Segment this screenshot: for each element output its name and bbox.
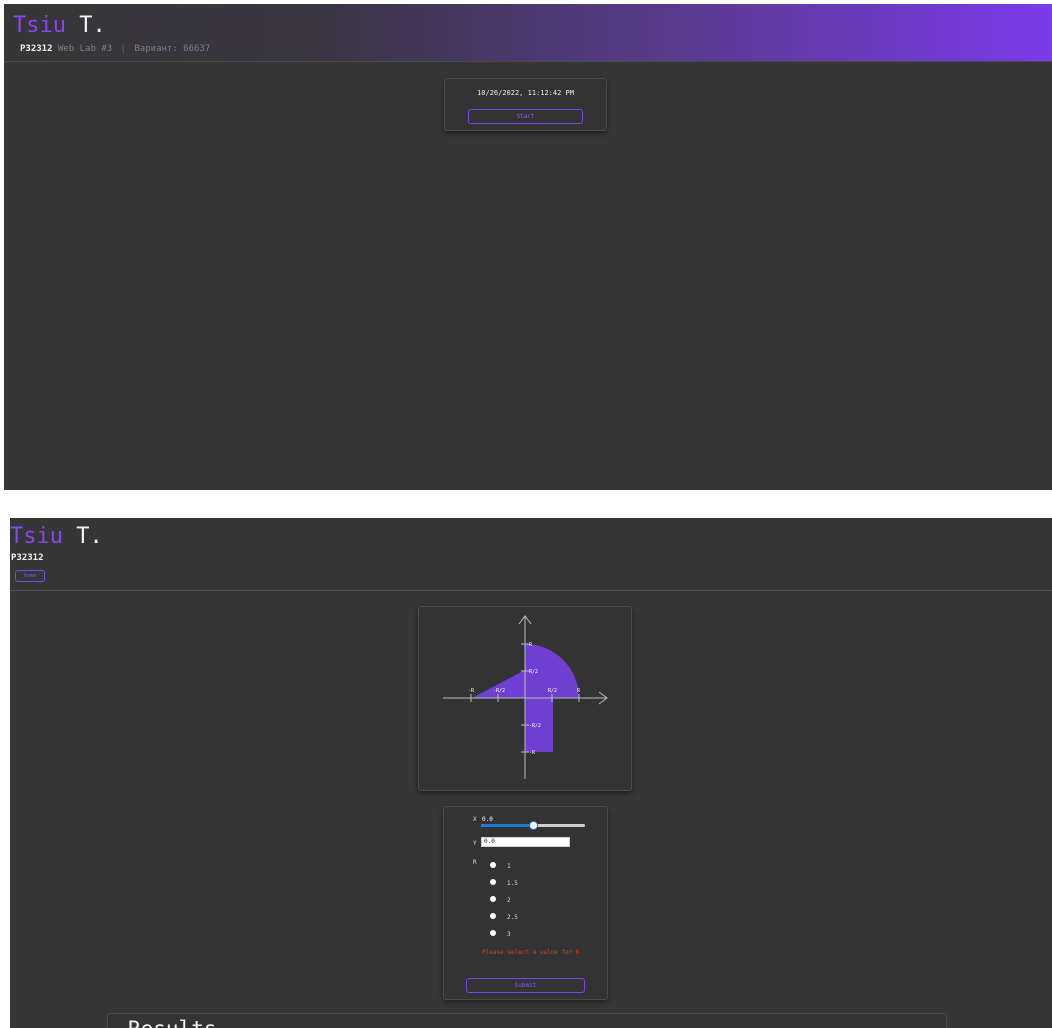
x-label-half-r: R/2 [548,688,557,694]
y-input[interactable]: 0.0 [481,837,570,847]
r-radio-2[interactable] [490,896,496,902]
y-label-neg-half-r: -R/2 [529,723,541,729]
r-radio-2-5[interactable] [490,913,496,919]
group-label: P32312 [11,553,44,563]
brand-last-initial: T. [79,13,106,38]
y-label-half-r: R/2 [529,669,538,675]
x-label-neg-half-r: -R/2 [493,688,505,694]
variant-label: Вариант: 66637 [134,44,211,54]
r-label: R [473,859,477,866]
r-option-label: 1.5 [507,880,518,887]
x-slider-fill [481,824,533,827]
x-label-neg-r: -R [468,688,475,694]
separator: | [120,44,126,54]
r-radio-1-5[interactable] [490,879,496,885]
x-label: X [473,816,477,823]
clock-card: 10/26/2022, 11:12:42 PM Start [444,78,607,131]
r-option-label: 2 [507,897,511,904]
x-value: 0.0 [482,816,493,823]
start-header: Tsiu T. P32312 Web Lab #3 | Вариант: 666… [4,4,1052,62]
point-form: X 0.0 Y 0.0 R 1 1.5 2 2.5 3 Please selec… [443,806,608,1000]
brand-title: Tsiu T. [10,526,103,548]
header-subtitle: P32312 Web Lab #3 | Вариант: 66637 [20,44,210,54]
home-button[interactable]: home [15,570,45,582]
group-label: P32312 [20,44,53,54]
x-slider-thumb[interactable] [528,821,538,830]
r-radio-1[interactable] [490,862,496,868]
submit-button[interactable]: Submit [466,978,585,993]
r-option-label: 2.5 [507,914,518,921]
results-title: Results [128,1017,217,1028]
brand-title: Tsiu T. [13,15,106,37]
area-graph[interactable]: -R -R/2 R/2 R R R/2 -R/2 -R [419,607,633,792]
r-radio-3[interactable] [490,930,496,936]
r-option-label: 1 [507,863,511,870]
main-header: Tsiu T. P32312 home [10,518,1052,591]
start-page: Tsiu T. P32312 Web Lab #3 | Вариант: 666… [4,4,1052,490]
main-page: Tsiu T. P32312 home -R -R/2 R/2 R R R/2 … [10,518,1052,1028]
x-label-r: R [577,688,581,694]
r-error-message: Please select a value for R [482,949,580,956]
brand-first-name: Tsiu [13,13,66,38]
lab-label: Web Lab #3 [57,44,113,54]
r-option-label: 3 [507,931,511,938]
brand-first-name: Tsiu [10,524,63,549]
graph-card: -R -R/2 R/2 R R R/2 -R/2 -R [418,606,632,791]
start-button[interactable]: Start [468,109,583,124]
y-label: Y [473,840,477,847]
results-card: Results [107,1013,947,1028]
brand-last-initial: T. [76,524,103,549]
y-label-neg-r: -R [529,750,536,756]
clock-datetime: 10/26/2022, 11:12:42 PM [477,89,574,97]
